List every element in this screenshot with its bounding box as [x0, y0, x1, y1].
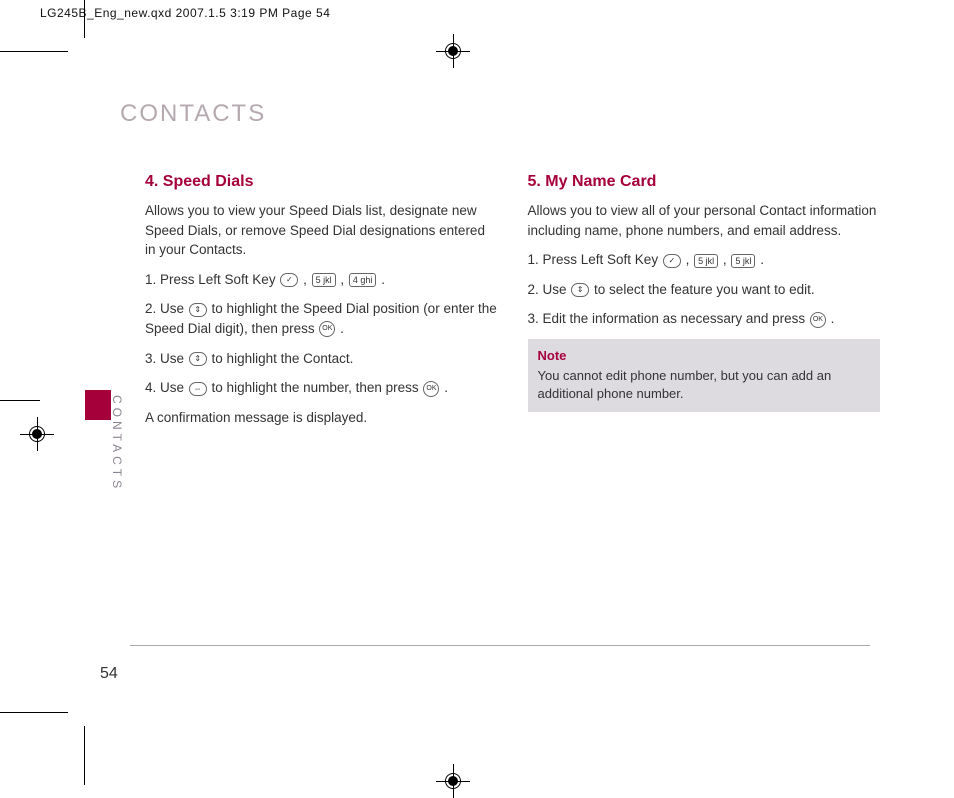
- step-text: to highlight the Contact.: [212, 351, 354, 366]
- section-tab: [85, 390, 111, 420]
- step-1: 1. Press Left Soft Key ✓ , 5 jkl , 5 jkl…: [528, 250, 881, 270]
- step-text: ,: [303, 272, 311, 287]
- registration-mark-icon: [20, 417, 54, 451]
- step-text: 2. Use: [528, 282, 571, 297]
- step-3: 3. Edit the information as necessary and…: [528, 309, 881, 329]
- ok-key-icon: OK: [810, 312, 826, 328]
- step-text: 1. Press Left Soft Key: [145, 272, 279, 287]
- crop-mark: [84, 0, 85, 38]
- nav-updown-icon: ⇕: [189, 303, 207, 317]
- step-text: .: [444, 380, 448, 395]
- step-result: A confirmation message is displayed.: [145, 408, 498, 428]
- soft-key-icon: ✓: [280, 273, 298, 287]
- ok-key-icon: OK: [423, 381, 439, 397]
- key-5-icon: 5 jkl: [694, 254, 718, 268]
- crop-mark: [0, 51, 68, 52]
- step-4: 4. Use ⇔ to highlight the number, then p…: [145, 378, 498, 398]
- step-text: ,: [723, 252, 731, 267]
- step-text: 3. Edit the information as necessary and…: [528, 311, 809, 326]
- column-speed-dials: 4. Speed Dials Allows you to view your S…: [145, 170, 498, 437]
- key-5-icon: 5 jkl: [731, 254, 755, 268]
- heading-my-name-card: 5. My Name Card: [528, 170, 881, 193]
- step-text: 3. Use: [145, 351, 188, 366]
- column-my-name-card: 5. My Name Card Allows you to view all o…: [528, 170, 881, 437]
- step-1: 1. Press Left Soft Key ✓ , 5 jkl , 4 ghi…: [145, 270, 498, 290]
- step-text: to select the feature you want to edit.: [594, 282, 815, 297]
- step-text: ,: [686, 252, 694, 267]
- step-2: 2. Use ⇕ to select the feature you want …: [528, 280, 881, 300]
- nav-leftright-icon: ⇔: [189, 382, 207, 396]
- step-text: .: [831, 311, 835, 326]
- step-3: 3. Use ⇕ to highlight the Contact.: [145, 349, 498, 369]
- note-box: Note You cannot edit phone number, but y…: [528, 339, 881, 412]
- nav-updown-icon: ⇕: [189, 352, 207, 366]
- intro-text: Allows you to view all of your personal …: [528, 201, 881, 240]
- step-text: .: [340, 321, 344, 336]
- step-2: 2. Use ⇕ to highlight the Speed Dial pos…: [145, 299, 498, 338]
- step-text: 4. Use: [145, 380, 188, 395]
- crop-mark: [0, 400, 40, 401]
- intro-text: Allows you to view your Speed Dials list…: [145, 201, 498, 260]
- step-text: 1. Press Left Soft Key: [528, 252, 662, 267]
- footer-rule: [130, 645, 870, 646]
- registration-mark-icon: [436, 764, 470, 798]
- section-side-label: CONTACTS: [110, 395, 124, 492]
- step-text: .: [381, 272, 385, 287]
- key-4-icon: 4 ghi: [349, 273, 377, 287]
- page-number: 54: [100, 665, 118, 683]
- heading-speed-dials: 4. Speed Dials: [145, 170, 498, 193]
- step-text: ,: [340, 272, 348, 287]
- note-title: Note: [538, 347, 871, 365]
- key-5-icon: 5 jkl: [312, 273, 336, 287]
- step-text: .: [760, 252, 764, 267]
- crop-mark: [0, 712, 68, 713]
- page-title: CONTACTS: [120, 100, 266, 128]
- step-text: to highlight the number, then press: [212, 380, 423, 395]
- content-columns: 4. Speed Dials Allows you to view your S…: [145, 170, 880, 437]
- soft-key-icon: ✓: [663, 254, 681, 268]
- ok-key-icon: OK: [319, 321, 335, 337]
- nav-updown-icon: ⇕: [571, 283, 589, 297]
- step-text: 2. Use: [145, 301, 188, 316]
- note-body: You cannot edit phone number, but you ca…: [538, 368, 832, 401]
- registration-mark-icon: [436, 34, 470, 68]
- crop-mark: [84, 726, 85, 785]
